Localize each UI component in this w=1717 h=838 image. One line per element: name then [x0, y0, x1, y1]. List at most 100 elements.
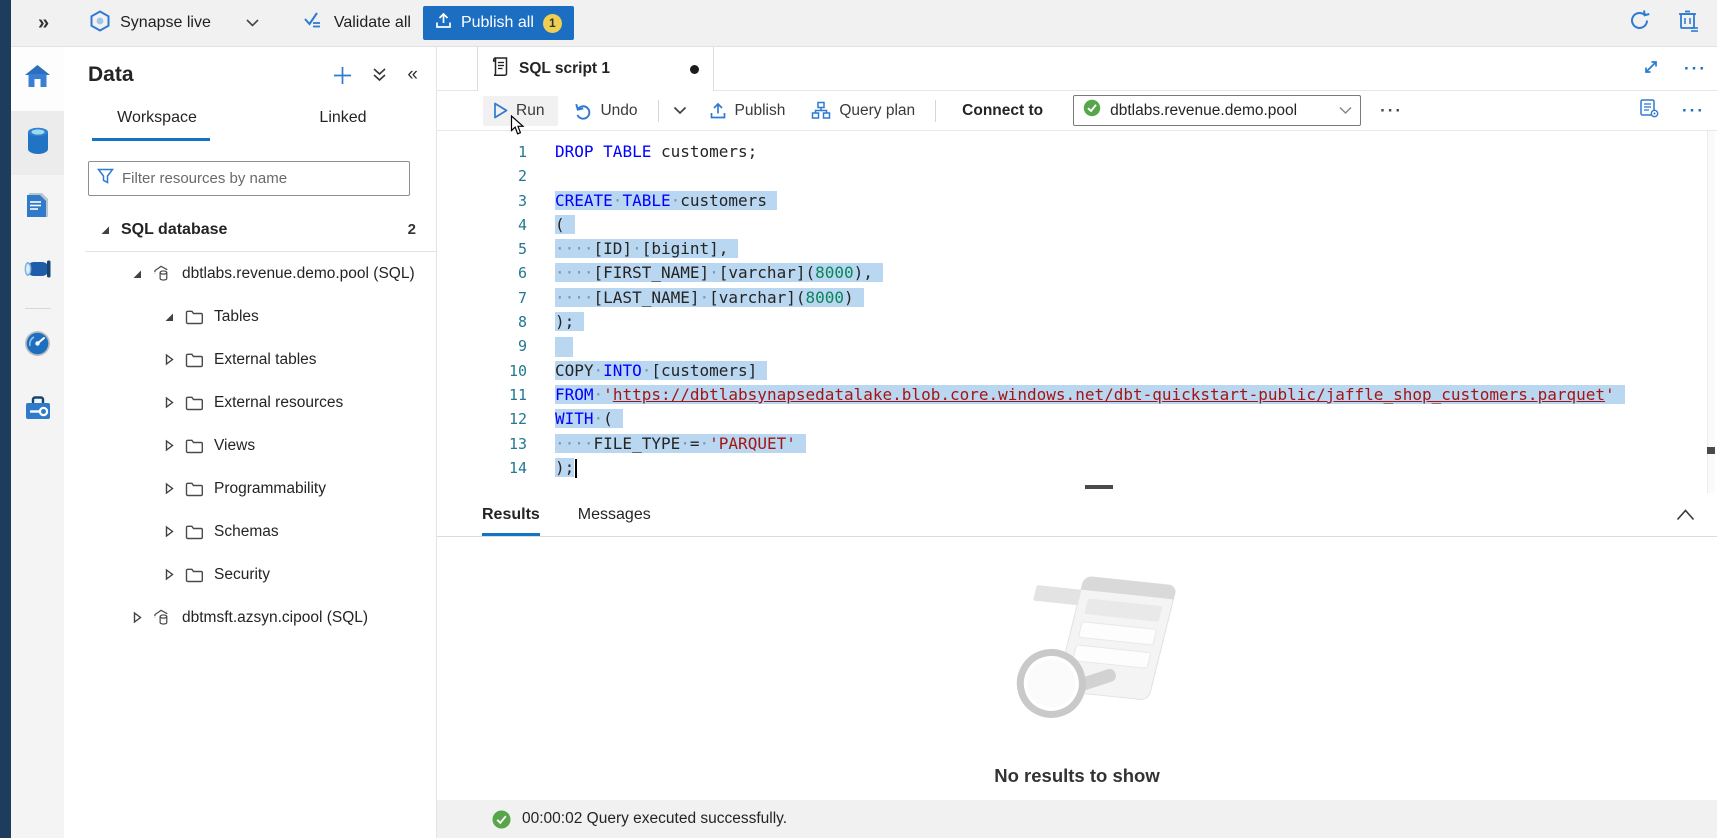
discard-icon[interactable]	[1677, 9, 1699, 38]
code-line-11[interactable]: 11 FROM·'https://dbtlabsynapsedatalake.bl…	[437, 383, 1707, 407]
tab-linked[interactable]: Linked	[250, 101, 436, 141]
expand-editor-icon[interactable]	[1642, 58, 1660, 81]
line-number: 4	[437, 213, 527, 237]
tree-item-external-tables[interactable]: External tables	[64, 338, 436, 381]
chevron-down-icon[interactable]	[246, 14, 259, 32]
run-button[interactable]: Run	[483, 96, 558, 126]
nav-manage[interactable]	[11, 378, 64, 442]
nav-monitor[interactable]	[11, 314, 64, 378]
tree-item-views[interactable]: Views	[64, 424, 436, 467]
folder-icon	[185, 309, 204, 325]
publish-button[interactable]: Publish	[709, 102, 786, 120]
sql-pool-icon	[153, 608, 172, 627]
collapse-results-chevron-icon[interactable]	[1676, 509, 1695, 521]
panel-title: Data	[88, 63, 134, 87]
chevron-collapsed-icon[interactable]	[162, 482, 176, 495]
tree-item-external-resources[interactable]: External resources	[64, 381, 436, 424]
code-line-10[interactable]: 10COPY·INTO·[customers]	[437, 359, 1707, 383]
chevron-collapsed-icon[interactable]	[162, 568, 176, 581]
validate-all-button[interactable]: Validate all	[303, 11, 411, 35]
code-line-12[interactable]: 12WITH·(	[437, 407, 1707, 431]
filter-resources-input[interactable]	[122, 170, 401, 187]
nav-home[interactable]	[11, 47, 64, 111]
chevron-expanded-icon[interactable]	[162, 311, 176, 323]
add-icon[interactable]	[333, 66, 352, 85]
collapse-all-icon[interactable]	[372, 67, 387, 83]
chevron-expanded-icon[interactable]	[130, 268, 144, 280]
tree-item-label: Schemas	[214, 523, 279, 541]
code-line-5[interactable]: 5····[ID]·[bigint],	[437, 237, 1707, 261]
code-text: WITH·(	[555, 407, 623, 431]
tree-item-sql-database[interactable]: SQL database2	[64, 208, 436, 251]
tree-item-label: Security	[214, 566, 270, 584]
sql-code-editor[interactable]: 1DROP TABLE customers;23CREATE·TABLE·cus…	[437, 131, 1707, 493]
vertical-scrollbar[interactable]	[1707, 131, 1715, 493]
collapse-panel-icon[interactable]: «	[407, 64, 418, 86]
line-number: 14	[437, 456, 527, 480]
chevron-collapsed-icon[interactable]	[130, 611, 144, 624]
results-panel: No results to show Your query yielded no…	[437, 537, 1717, 800]
nav-data[interactable]	[11, 111, 64, 175]
chevron-expanded-icon[interactable]	[98, 224, 112, 236]
query-plan-button[interactable]: Query plan	[811, 101, 915, 120]
script-properties-icon[interactable]	[1639, 98, 1660, 124]
code-line-4[interactable]: 4(	[437, 213, 1707, 237]
toolbar-overflow-icon[interactable]: ···	[1682, 101, 1705, 121]
tree-item-dbtmsft-azsyn-cipool-sql[interactable]: dbtmsft.azsyn.cipool (SQL)	[64, 596, 436, 639]
code-line-1[interactable]: 1DROP TABLE customers;	[437, 140, 1707, 164]
code-line-3[interactable]: 3CREATE·TABLE·customers	[437, 189, 1707, 213]
rail-divider	[25, 308, 51, 309]
undo-button[interactable]: Undo	[574, 102, 637, 120]
tree-item-label: External resources	[214, 394, 343, 412]
chevron-collapsed-icon[interactable]	[162, 353, 176, 366]
tab-results[interactable]: Results	[482, 493, 540, 536]
environment-switcher[interactable]: Synapse live	[89, 10, 259, 37]
horizontal-scrollbar-handle[interactable]	[1085, 485, 1113, 489]
code-line-8[interactable]: 8);	[437, 310, 1707, 334]
tree-item-label: SQL database	[121, 221, 227, 239]
tree-item-label: dbtmsft.azsyn.cipool (SQL)	[182, 609, 368, 627]
chevron-collapsed-icon[interactable]	[162, 396, 176, 409]
connect-to-label: Connect to	[962, 102, 1043, 120]
code-line-14[interactable]: 14);	[437, 456, 1707, 480]
line-number: 11	[437, 383, 527, 407]
tab-more-actions-icon[interactable]: ···	[1684, 59, 1707, 79]
publish-all-button[interactable]: Publish all 1	[423, 6, 574, 40]
chevron-collapsed-icon[interactable]	[162, 525, 176, 538]
code-line-6[interactable]: 6····[FIRST_NAME]·[varchar](8000),	[437, 261, 1707, 285]
code-text: FROM·'https://dbtlabsynapsedatalake.blob…	[555, 383, 1625, 407]
nav-develop[interactable]	[11, 175, 64, 239]
line-number: 2	[437, 164, 527, 188]
active-tab-underline	[92, 138, 210, 141]
toolbar-divider	[935, 100, 936, 122]
tree-item-schemas[interactable]: Schemas	[64, 510, 436, 553]
code-line-13[interactable]: 13····FILE_TYPE·=·'PARQUET'	[437, 432, 1707, 456]
top-command-bar: » Synapse live Validate all Publish all …	[0, 0, 1717, 47]
tab-messages[interactable]: Messages	[578, 493, 651, 536]
folder-icon	[185, 567, 204, 583]
expand-nav-icon[interactable]: »	[38, 12, 47, 35]
publish-count-badge: 1	[543, 14, 562, 33]
no-results-illustration	[982, 559, 1192, 734]
tree-item-programmability[interactable]: Programmability	[64, 467, 436, 510]
line-number: 8	[437, 310, 527, 334]
connected-check-icon	[1083, 99, 1101, 122]
tree-item-tables[interactable]: Tables	[64, 295, 436, 338]
code-line-9[interactable]: 9	[437, 334, 1707, 358]
code-line-7[interactable]: 7····[LAST_NAME]·[varchar](8000)	[437, 286, 1707, 310]
chevron-collapsed-icon[interactable]	[162, 439, 176, 452]
refresh-icon[interactable]	[1628, 9, 1651, 37]
connect-to-pool-dropdown[interactable]: dbtlabs.revenue.demo.pool	[1073, 95, 1361, 126]
tab-sql-script-1[interactable]: SQL script 1	[477, 47, 714, 91]
filter-resources-box	[88, 161, 410, 196]
code-text: ····[FIRST_NAME]·[varchar](8000),	[555, 261, 883, 285]
tab-workspace[interactable]: Workspace	[64, 101, 250, 141]
tree-item-security[interactable]: Security	[64, 553, 436, 596]
code-line-2[interactable]: 2	[437, 164, 1707, 188]
toolbar-more-icon[interactable]: ···	[1380, 101, 1403, 121]
tree-item-dbtlabs-revenue-demo-pool-sql[interactable]: dbtlabs.revenue.demo.pool (SQL)	[64, 252, 436, 295]
query-status-bar: 00:00:02 Query executed successfully.	[437, 800, 1717, 838]
run-options-chevron-icon[interactable]	[673, 106, 687, 115]
nav-integrate[interactable]	[11, 239, 64, 303]
code-text: (	[555, 213, 575, 237]
